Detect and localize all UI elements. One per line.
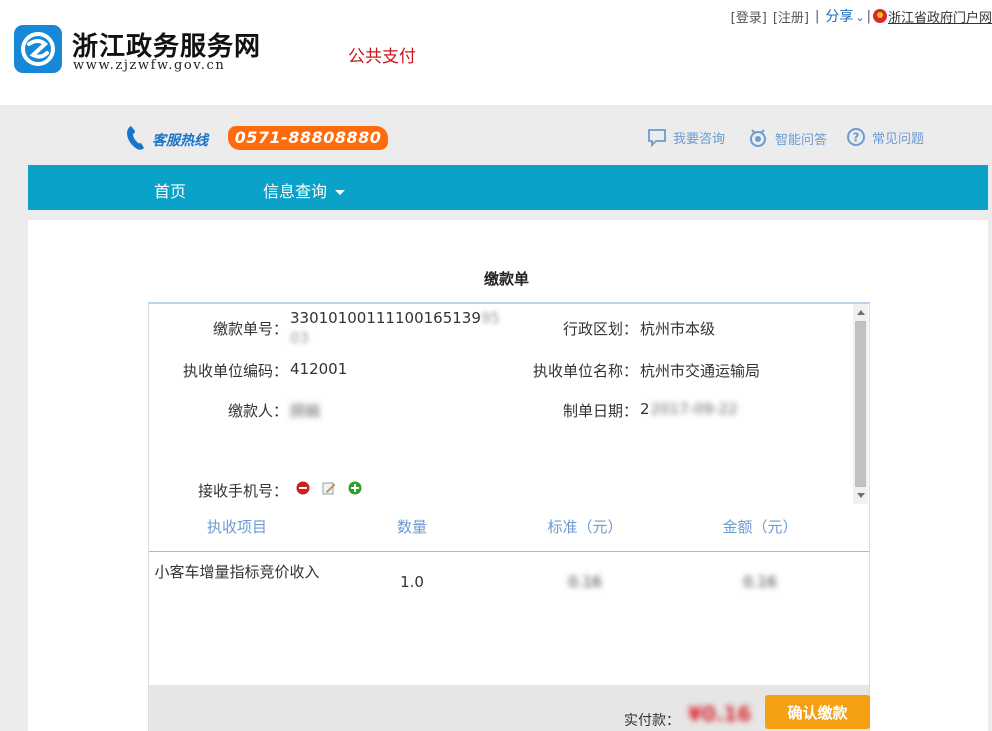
consult-label: 我要咨询 [673, 131, 726, 147]
date-value: 22017-09-22 [640, 400, 738, 418]
hotline-label: 客服热线 [152, 133, 208, 149]
confirm-payment-button[interactable]: 确认缴款 [765, 695, 870, 729]
nav-info-query-label: 信息查询 [263, 182, 328, 201]
smart-qa-link[interactable]: 智能问答 [747, 127, 827, 149]
table-divider [149, 551, 869, 552]
form-scrollbar[interactable] [853, 304, 868, 504]
scroll-up-icon[interactable] [857, 310, 865, 315]
hotline-number: 0571-88808880 [228, 126, 388, 150]
chat-icon [648, 129, 666, 147]
share-button[interactable]: 分享 ⌄ [825, 6, 864, 26]
site-url: www.zjzwfw.gov.cn [73, 58, 226, 73]
question-icon: ? [847, 128, 865, 146]
region-value: 杭州市本级 [640, 320, 716, 338]
nav-info-query[interactable]: 信息查询 [263, 178, 346, 202]
table-cell-amount: 0.16 [743, 573, 777, 591]
total-label: 实付款： [624, 713, 680, 729]
unit-name-value: 杭州市交通运输局 [640, 362, 761, 380]
register-link[interactable]: [注册] [773, 7, 809, 26]
date-value-blurred: 2017-09-22 [650, 400, 738, 418]
svg-text:?: ? [853, 131, 860, 145]
phone-label: 接收手机号： [197, 482, 288, 500]
site-header: 浙江政务服务网 www.zjzwfw.gov.cn 公共支付 [登录] [注册]… [0, 0, 992, 105]
top-links: [登录] [注册] | 分享 ⌄ | 浙江省政府门户网 [725, 6, 992, 26]
faq-label: 常见问题 [872, 131, 925, 147]
table-header-standard: 标准（元） [547, 518, 623, 536]
table-header-amount: 金额（元） [722, 518, 798, 536]
main-nav: 首页 信息查询 [28, 165, 988, 210]
unit-code-label: 执收单位编码： [182, 362, 288, 380]
table-cell-standard: 0.16 [568, 573, 602, 591]
chevron-down-icon: ⌄ [855, 11, 865, 24]
page-tag: 公共支付 [348, 47, 416, 67]
caret-down-icon [335, 190, 346, 195]
serial-value: 330101001111001651399503 [290, 308, 502, 348]
form-title: 缴款单 [484, 270, 530, 288]
serial-value-main: 33010100111100165139 [290, 309, 481, 327]
table-cell-qty: 1.0 [400, 573, 424, 591]
table-cell-item: 小客车增量指标竞价收入 [154, 563, 320, 581]
form-footer [149, 685, 869, 731]
divider: | [814, 8, 820, 24]
site-logo-icon[interactable] [14, 25, 62, 73]
remove-icon[interactable] [296, 481, 310, 495]
serial-label: 缴款单号： [212, 320, 288, 338]
table-header-qty: 数量 [396, 518, 427, 536]
national-emblem-icon [872, 8, 887, 23]
divider: | [866, 8, 871, 24]
robot-icon [750, 129, 766, 147]
region-label: 行政区划： [562, 320, 638, 338]
total-value: ¥0.16 [688, 702, 752, 726]
faq-link[interactable]: ? 常见问题 [846, 127, 924, 147]
share-label: 分享 [825, 9, 854, 25]
smart-qa-label: 智能问答 [775, 132, 828, 148]
consult-link[interactable]: 我要咨询 [647, 127, 725, 147]
login-link[interactable]: [登录] [731, 7, 767, 26]
scroll-thumb[interactable] [855, 321, 866, 487]
gov-portal-label: 浙江省政府门户网 [887, 10, 992, 26]
unit-code-value: 412001 [290, 360, 348, 378]
add-icon[interactable] [348, 481, 362, 495]
nav-home[interactable]: 首页 [154, 178, 186, 202]
scroll-down-icon[interactable] [857, 493, 865, 498]
gov-portal-link[interactable]: 浙江省政府门户网 [872, 7, 992, 26]
edit-icon[interactable] [322, 481, 336, 495]
payer-value: 顾娟 [290, 402, 321, 420]
date-label: 制单日期： [562, 402, 638, 420]
table-header-item: 执收项目 [206, 518, 267, 536]
unit-name-label: 执收单位名称： [532, 362, 638, 380]
phone-icon [127, 126, 144, 150]
payer-label: 缴款人： [227, 402, 288, 420]
